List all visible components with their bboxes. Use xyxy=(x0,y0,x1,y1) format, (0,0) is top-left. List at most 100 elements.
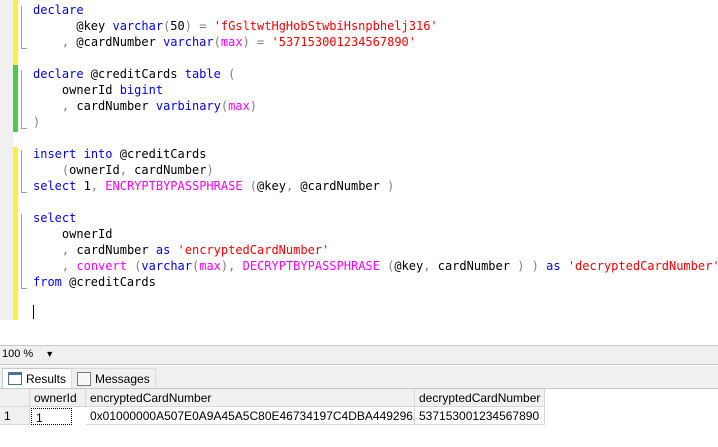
tab-results[interactable]: Results xyxy=(2,368,73,388)
code-token: 50 xyxy=(170,19,185,33)
editor-status-strip xyxy=(0,345,718,365)
code-token: varchar xyxy=(141,259,192,273)
code-token: from xyxy=(33,275,62,289)
code-token: , xyxy=(119,163,127,177)
tab-messages-label: Messages xyxy=(95,371,150,386)
code-token: ownerId xyxy=(33,83,120,97)
code-token: varchar xyxy=(163,35,214,49)
code-token: varchar xyxy=(112,19,164,33)
zoom-value: 100 % xyxy=(2,348,34,360)
code-token: DECRYPTBYPASSPHRASE xyxy=(242,259,380,273)
code-line: @key varchar(50) = 'fGsltwtHgHobStwbiHsn… xyxy=(33,18,438,34)
code-token: @creditCards xyxy=(61,275,156,289)
outline-region-end xyxy=(21,128,27,129)
outline-region-line xyxy=(21,6,22,48)
code-token: as xyxy=(155,243,171,257)
code-token: cardNumber xyxy=(430,259,518,273)
code-token: @cardNumber xyxy=(69,35,164,49)
code-token: ( xyxy=(249,179,258,193)
chevron-down-icon: ▼ xyxy=(45,349,55,359)
grid-cell-encryptedcardnumber[interactable]: 0x01000000A507E0A9A45A5C80E46734197C4DBA… xyxy=(86,407,415,425)
code-token: max xyxy=(228,99,250,113)
code-line: (ownerId, cardNumber) xyxy=(33,162,214,178)
code-token: ownerId xyxy=(33,227,113,241)
grid-corner[interactable] xyxy=(0,389,30,407)
code-line: ownerId bigint xyxy=(33,82,163,98)
grid-cell-ownerid[interactable]: 1 xyxy=(31,408,72,425)
code-token: table xyxy=(184,67,221,81)
code-token: ownerId xyxy=(69,163,120,177)
code-line: from @creditCards xyxy=(33,274,156,290)
code-token: @creditCards xyxy=(83,67,185,81)
code-token: bigint xyxy=(119,83,164,97)
code-line: , @cardNumber varchar(max) = '5371530012… xyxy=(33,34,416,50)
column-header-decryptedcardnumber[interactable]: decryptedCardNumber xyxy=(415,389,545,407)
code-token: @creditCards xyxy=(112,147,207,161)
code-token: ) xyxy=(242,35,250,49)
code-line: select xyxy=(33,210,76,226)
messages-icon xyxy=(77,371,91,386)
column-header-encryptedcardnumber[interactable]: encryptedCardNumber xyxy=(86,389,415,407)
code-token: ) xyxy=(387,179,395,193)
tab-results-label: Results xyxy=(26,371,67,386)
tab-messages[interactable]: Messages xyxy=(71,368,156,388)
saved-change-marker xyxy=(13,65,18,132)
outline-region-line xyxy=(21,70,22,128)
outline-region-line xyxy=(21,150,22,192)
code-token: declare xyxy=(33,3,84,17)
code-token: 'encryptedCardNumber' xyxy=(177,243,330,257)
code-token: select xyxy=(33,179,77,193)
code-token: 1 xyxy=(76,179,91,193)
code-token: @cardNumber xyxy=(293,179,388,193)
code-line: declare xyxy=(33,2,84,18)
code-line: declare @creditCards table ( xyxy=(33,66,235,82)
code-line: select 1, ENCRYPTBYPASSPHRASE (@key, @ca… xyxy=(33,178,394,194)
column-header-ownerid[interactable]: ownerId xyxy=(30,389,86,407)
editor-margin xyxy=(0,0,13,320)
unsaved-change-marker xyxy=(13,147,18,320)
zoom-dropdown[interactable]: 100 % ▼ xyxy=(0,346,56,362)
results-grid-icon xyxy=(8,372,22,385)
code-token: max xyxy=(199,259,221,273)
code-token: cardNumber xyxy=(69,243,156,257)
code-token: 'fGsltwtHgHobStwbiHsnpbhelj316' xyxy=(213,19,438,33)
code-token: select xyxy=(33,211,77,225)
code-token: @key xyxy=(394,259,424,273)
code-token: max xyxy=(220,35,243,49)
code-token: ) xyxy=(33,115,41,129)
query-editor[interactable]: declare @key varchar(50) = 'fGsltwtHgHob… xyxy=(0,0,718,345)
results-grid[interactable]: ownerId encryptedCardNumber decryptedCar… xyxy=(0,389,718,447)
code-token: ) xyxy=(531,259,539,273)
grid-cell-decryptedcardnumber[interactable]: 537153001234567890 xyxy=(415,407,545,425)
code-token: ) xyxy=(206,163,214,177)
outline-region-line xyxy=(21,214,22,288)
row-number[interactable]: 1 xyxy=(0,407,30,425)
code-token: , xyxy=(90,179,99,193)
code-token: ), xyxy=(220,259,236,273)
code-token: convert xyxy=(76,259,127,273)
code-token: declare xyxy=(33,67,84,81)
results-tab-strip: Results Messages xyxy=(0,366,718,389)
code-token: 'decryptedCardNumber' xyxy=(567,259,718,273)
code-token: , xyxy=(423,259,431,273)
code-line: ) xyxy=(33,114,40,130)
code-token: insert xyxy=(33,147,77,161)
code-token: ) xyxy=(184,19,192,33)
code-token: @key xyxy=(257,179,286,193)
outline-region-end xyxy=(21,48,27,49)
code-token: ENCRYPTBYPASSPHRASE xyxy=(105,179,243,193)
code-line: , cardNumber as 'encryptedCardNumber' xyxy=(33,242,329,258)
